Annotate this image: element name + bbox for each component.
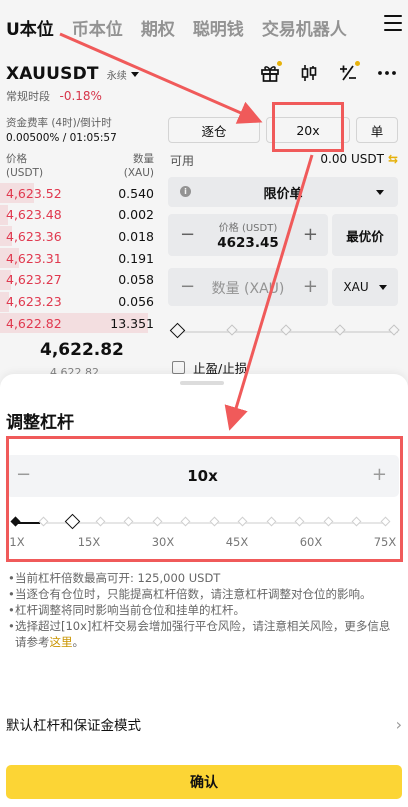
orderbook-row[interactable]: 4,623.52 0.540 [0,182,156,204]
note-end: 。 [72,635,85,649]
chevron-down-icon [378,284,387,290]
highlight-box-leverage [272,102,344,152]
default-leverage-label: 默认杠杆和保证金模式 [6,718,141,734]
funding-rate: 资金费率 (4时)/倒计时 0.00500% / 01:05:57 [6,116,117,146]
note-item: 当逐仓有仓位时，只能提高杠杆倍数，请注意杠杆调整对仓位的影响。 [8,586,400,602]
order-type-label: 限价单 [263,186,303,202]
available-balance: 可用 0.00 USDT ⇆ [170,152,398,169]
chevron-right-icon: › [395,714,402,734]
quantity-slider[interactable] [169,322,400,339]
funding-value: 0.00500% / 01:05:57 [6,132,117,144]
symbol-name: XAUUSDT [6,64,99,84]
orderbook-header: 价格 (USDT) 数量 (XAU) [6,152,154,180]
sheet-title: 调整杠杆 [6,413,74,433]
ask-qty: 0.002 [118,207,154,223]
more-icon[interactable] [376,62,398,84]
ask-qty: 13.351 [110,315,154,331]
caret-down-icon [130,72,139,77]
order-type-select[interactable]: i 限价单 [168,177,398,207]
ask-qty: 0.540 [118,185,154,201]
ask-price: 4,622.82 [6,315,62,331]
available-value: 0.00 USDT [320,152,384,166]
ask-price: 4,623.36 [6,228,62,244]
tab-options[interactable]: 期权 [141,15,175,40]
ask-price: 4,623.27 [6,272,62,288]
price-change: -0.18% [59,89,102,103]
session-info: 常规时段 -0.18% [6,88,102,104]
ask-qty: 0.191 [118,250,154,266]
ask-price: 4,623.31 [6,250,62,266]
funding-label: 资金费率 (4时)/倒计时 [6,117,112,129]
gift-icon[interactable] [259,61,282,84]
default-leverage-row[interactable]: 默认杠杆和保证金模式 › [6,714,402,735]
chevron-down-icon [376,190,384,195]
note-item: 当前杠杆倍数最高可开: 125,000 USDT [8,570,400,586]
orderbook-row[interactable]: 4,623.23 0.056 [0,291,156,313]
slider-mark [334,324,346,336]
tab-usdt-m[interactable]: U本位 [6,15,54,40]
contract-kind: 永续 [106,71,127,82]
note-item: 杠杆调整将同时影响当前仓位和挂单的杠杆。 [8,602,400,618]
symbol-selector[interactable]: XAUUSDT 永续 [6,64,139,84]
highlight-box-slider [6,436,403,562]
calculator-icon[interactable] [337,61,360,84]
note-link[interactable]: 这里 [50,635,73,649]
leverage-notes: 当前杠杆倍数最高可开: 125,000 USDT 当逐仓有仓位时，只能提高杠杆倍… [8,570,400,650]
header-icons [259,61,398,84]
session-label: 常规时段 [6,90,50,103]
best-price-button[interactable]: 最优价 [332,214,398,256]
slider-thumb[interactable] [169,322,186,339]
orderbook-row[interactable]: 4,622.82 13.351 [0,312,156,334]
checkbox[interactable] [172,361,185,374]
unit-label: XAU [343,280,369,294]
slider-mark [280,324,292,336]
margin-mode-button[interactable]: 逐仓 [168,117,260,143]
quantity-input[interactable]: − 数量 (XAU) + [168,268,328,306]
orderbook-row[interactable]: 4,623.27 0.058 [0,269,156,291]
ask-qty: 0.058 [118,272,154,288]
ask-qty: 0.018 [118,228,154,244]
orderbook-row[interactable]: 4,623.36 0.018 [0,225,156,247]
slider-mark [388,324,400,336]
transfer-icon[interactable]: ⇆ [388,152,398,166]
menu-icon[interactable] [384,15,402,31]
tab-coin-m[interactable]: 币本位 [72,15,123,40]
slider-mark [226,324,238,336]
candlestick-chart-icon[interactable] [298,62,320,84]
last-price[interactable]: 4,622.82 [40,340,124,360]
available-label: 可用 [170,154,195,168]
ask-price: 4,623.23 [6,294,62,309]
plus-icon[interactable]: + [303,276,318,297]
plus-icon[interactable]: + [303,224,318,245]
note-item: 选择超过[10x]杠杆交易会增加强行平仓风险，请注意相关风险，更多信息请参考这里… [8,618,400,650]
tab-smart-money[interactable]: 聪明钱 [193,15,244,40]
orderbook-qty-header: 数量 (XAU) [123,153,154,179]
ask-price: 4,623.52 [6,185,62,201]
ask-qty: 0.056 [118,294,154,309]
ask-price: 4,623.48 [6,207,62,223]
orderbook-row[interactable]: 4,623.31 0.191 [0,247,156,269]
tab-trading-bots[interactable]: 交易机器人 [262,15,347,40]
top-nav: U本位 币本位 期权 聪明钱 交易机器人 [0,0,408,54]
info-icon[interactable]: i [180,186,191,197]
position-mode-button[interactable]: 单 [356,117,398,143]
unit-select[interactable]: XAU [332,268,398,306]
orderbook-row[interactable]: 4,623.48 0.002 [0,204,156,226]
sheet-handle[interactable] [180,381,224,385]
price-input[interactable]: − 价格 (USDT) 4623.45 + [168,214,328,256]
confirm-button[interactable]: 确认 [6,765,402,799]
